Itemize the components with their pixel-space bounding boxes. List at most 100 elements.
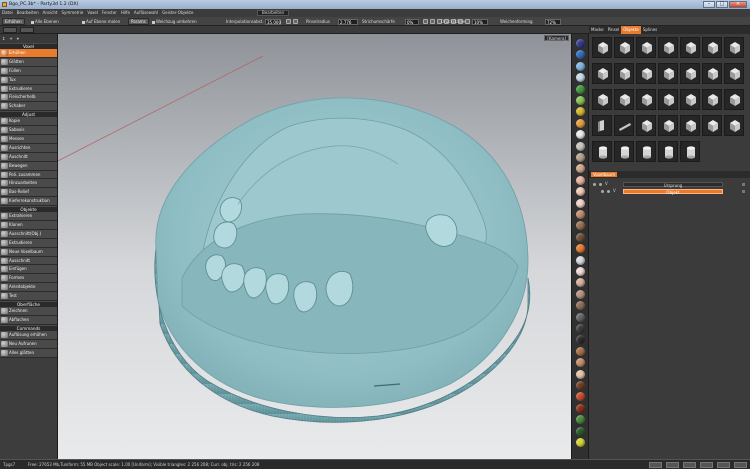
menu-hilfe[interactable]: Hilfe xyxy=(119,9,132,17)
weichenforming-input[interactable]: 72% xyxy=(545,18,561,25)
panel-toggle-icon[interactable]: ↕ xyxy=(2,36,5,41)
menu-aufloesewahl[interactable]: Auflösewahl xyxy=(132,9,160,17)
lock-icon[interactable] xyxy=(286,19,291,24)
color-swatch[interactable] xyxy=(576,164,585,174)
primitive-tile[interactable] xyxy=(614,141,634,162)
tool-item[interactable]: Ausschnitt xyxy=(0,256,57,266)
tab-maske[interactable]: Maske xyxy=(589,26,606,34)
primitive-tile[interactable] xyxy=(636,115,656,136)
primitive-tile[interactable] xyxy=(658,115,678,136)
primitive-tile[interactable] xyxy=(636,141,656,162)
tool-item[interactable]: Auflösung erhöhen xyxy=(0,330,57,340)
minimize-button[interactable]: – xyxy=(703,1,715,8)
color-swatch[interactable] xyxy=(576,50,585,60)
primitive-tile[interactable] xyxy=(592,115,612,136)
tool-item[interactable]: Anleitobjekte xyxy=(0,283,57,293)
tool-item[interactable]: Neu Aufrunen xyxy=(0,339,57,349)
primitive-tile[interactable] xyxy=(724,63,744,84)
voxelbaum-label[interactable]: Voxelbaum xyxy=(591,172,617,177)
tab-pinsel[interactable]: Pinsel xyxy=(606,26,622,34)
color-swatch[interactable] xyxy=(576,107,585,117)
primitive-tile[interactable] xyxy=(702,63,722,84)
layer-row[interactable]: V Objekt xyxy=(591,188,748,195)
layer-row[interactable]: V Ursprung xyxy=(591,181,748,188)
menu-symmetrie[interactable]: Symmetrie xyxy=(59,9,85,17)
rotate-icon[interactable] xyxy=(430,19,435,24)
menu-bearbeiten[interactable]: Bearbeiten xyxy=(15,9,41,17)
primitive-tile[interactable] xyxy=(702,89,722,110)
tool-item[interactable]: Kieferrekonstruktion xyxy=(0,197,57,207)
tool-item[interactable]: Fleischerhelb xyxy=(0,93,57,103)
camera-menu[interactable]: [Kamera] xyxy=(544,35,569,41)
color-swatch[interactable] xyxy=(576,392,585,402)
quick-tool-button[interactable] xyxy=(3,27,17,33)
color-swatch[interactable] xyxy=(576,221,585,231)
quick-tool-button[interactable] xyxy=(20,27,34,33)
tool-item[interactable]: Formen xyxy=(0,274,57,284)
menu-datei[interactable]: Datei xyxy=(0,9,15,17)
menu-voxel[interactable]: Voxel xyxy=(85,9,100,17)
color-swatch[interactable] xyxy=(576,61,585,71)
primitive-tile[interactable] xyxy=(592,37,612,58)
menu-geister-objekte[interactable]: Geister-Objekte xyxy=(160,9,195,17)
tool-item[interactable]: Abflachen xyxy=(0,315,57,325)
primitive-tile[interactable] xyxy=(680,89,700,110)
weichzug-toggle[interactable]: Weichzug umkehren xyxy=(152,17,197,26)
tool-item[interactable]: Saboxis xyxy=(0,126,57,136)
primitive-tile[interactable] xyxy=(724,37,744,58)
tool-item[interactable]: Schaber xyxy=(0,102,57,112)
tool-item[interactable]: Extrudieren xyxy=(0,238,57,248)
ghost-icon[interactable] xyxy=(607,189,610,193)
color-swatch[interactable] xyxy=(576,73,585,83)
tool-item[interactable]: Zeichnen xyxy=(0,307,57,316)
tab-splines[interactable]: Splines xyxy=(641,26,659,34)
color-swatch[interactable] xyxy=(576,232,585,242)
params-button[interactable]: Params xyxy=(128,18,149,25)
color-swatch[interactable] xyxy=(576,438,585,447)
primitive-tile[interactable] xyxy=(724,89,744,110)
color-swatch[interactable] xyxy=(576,187,585,197)
tool-item[interactable]: Ausschnitt(Obj.) xyxy=(0,229,57,239)
interpolation-input[interactable]: 35.000 xyxy=(265,18,281,25)
tool-item[interactable]: Klonen xyxy=(0,221,57,230)
delete-layer-icon[interactable] xyxy=(742,182,745,186)
tool-item[interactable]: Glätten xyxy=(0,57,57,67)
primitive-tile[interactable] xyxy=(614,115,634,136)
tool-item[interactable]: Hinzuarbeiten xyxy=(0,179,57,189)
color-swatch[interactable] xyxy=(576,39,585,48)
color-swatch[interactable] xyxy=(576,289,585,299)
color-swatch[interactable] xyxy=(576,96,585,105)
tool-item[interactable]: Test xyxy=(0,292,57,302)
druckstaerke-input[interactable]: 10% xyxy=(472,18,488,25)
color-swatch[interactable] xyxy=(576,324,585,333)
color-swatch[interactable] xyxy=(576,130,585,140)
tool-item[interactable]: Einfügen xyxy=(0,265,57,275)
close-button[interactable]: × xyxy=(729,1,747,8)
tool-item[interactable]: Extrudieren xyxy=(0,84,57,94)
color-swatch[interactable] xyxy=(576,358,585,368)
auf-ebene-malen-toggle[interactable]: Auf Ebene malen xyxy=(82,17,120,26)
delete-layer-icon[interactable] xyxy=(742,189,745,193)
tab-objekte[interactable]: Objekte xyxy=(621,26,641,34)
tool-item[interactable]: Ausrichten xyxy=(0,143,57,153)
primitive-tile[interactable] xyxy=(702,37,722,58)
color-swatch[interactable] xyxy=(576,210,585,219)
primitive-tile[interactable] xyxy=(592,63,612,84)
ghost-icon[interactable] xyxy=(599,182,602,186)
color-swatch[interactable] xyxy=(576,346,585,356)
primitive-tile[interactable] xyxy=(592,141,612,162)
color-swatch[interactable] xyxy=(576,255,585,265)
color-swatch[interactable] xyxy=(576,198,585,208)
tool-options-icon[interactable]: ⌖ xyxy=(17,36,19,41)
menu-ansicht[interactable]: Ansicht xyxy=(41,9,60,17)
move-icon[interactable] xyxy=(423,19,428,24)
tool-item[interactable]: Auschnitt xyxy=(0,152,57,162)
color-swatch[interactable] xyxy=(576,415,585,425)
primitive-tile[interactable] xyxy=(614,63,634,84)
strichumschaerfe-input[interactable]: 0% xyxy=(405,18,419,25)
mode-toggle[interactable]: Bearbeiten xyxy=(257,10,289,16)
tool-item[interactable]: Kopie xyxy=(0,117,57,127)
dental-model-render[interactable] xyxy=(58,34,571,459)
primitive-tile[interactable] xyxy=(680,63,700,84)
tool-item[interactable]: Poli. zusammen xyxy=(0,170,57,180)
